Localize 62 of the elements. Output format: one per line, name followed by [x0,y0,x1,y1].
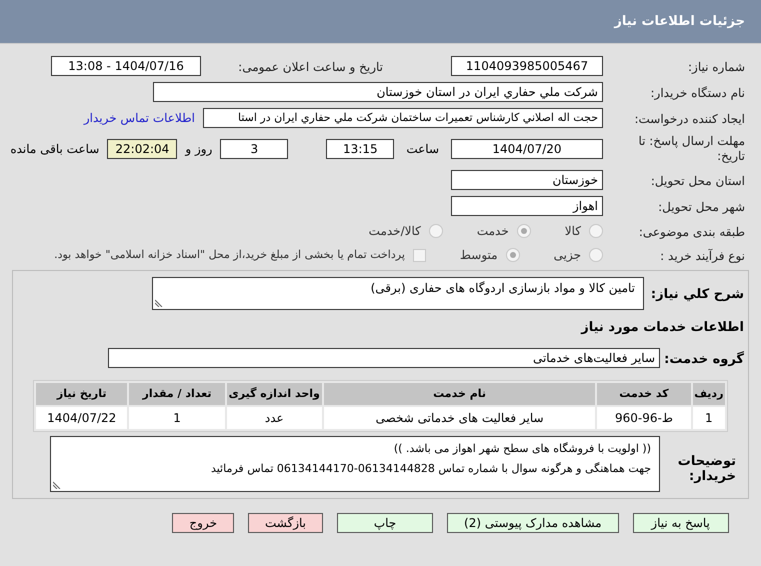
field-label: نام دستگاه خریدار: [650,86,745,100]
notes-textarea[interactable]: (( اولویت با فروشگاه های سطح شهر اهواز می باشد. )) جهت هماهنگی و هرگونه سوال با شماره تماس 06134144828-06134144170 تماس فرمائید [50,436,660,492]
action-button[interactable]: پاسخ به نیاز [632,513,729,533]
radio-label: متوسط [460,247,498,264]
table-cell: سایر فعالیت های خدماتی شخصی [324,407,596,429]
table-cell: 1 [692,407,725,429]
text-field[interactable]: اهواز [451,196,603,216]
text-field[interactable]: خوزستان [451,170,603,190]
field-label: شماره نیاز: [688,60,745,74]
checkbox[interactable] [412,248,426,262]
action-button[interactable]: چاپ [337,513,433,533]
action-button[interactable]: بازگشت [248,513,323,533]
resize-handle-icon [53,481,61,489]
table-cell: عدد [226,407,322,429]
column-header: کد خدمت [597,383,691,405]
field-label: نوع فرآیند خرید : [660,249,745,263]
field-label: طبقه بندی موضوعی: [638,225,745,239]
field-label: گروه خدمت: [664,352,744,367]
field-label: شهر محل تحویل: [658,200,745,214]
table-cell: 1404/07/22 [36,407,128,429]
radio-button[interactable] [516,224,531,238]
field-label: شرح کلي نياز: [650,287,744,302]
column-header: واحد اندازه گیری [226,383,322,405]
text-field[interactable]: سایر فعالیت‌های خدماتی [108,348,660,368]
time-label: ساعت [406,141,439,158]
text-field[interactable]: شرکت ملي حفاري ايران در استان خوزستان [153,82,603,102]
countdown-field[interactable]: 22:02:04 [107,139,178,159]
text-field[interactable]: 3 [220,139,288,159]
buyer-contact-link[interactable]: اطلاعات تماس خریدار [84,109,195,127]
radio-label: کالا [564,223,581,240]
radio-button[interactable] [589,224,603,238]
section-title: اطلاعات خدمات مورد نیاز [581,320,744,335]
column-header: ردیف [692,383,725,405]
field-label: تاریخ و ساعت اعلان عمومی: [238,60,383,74]
text-field[interactable]: حجت اله اصلاني کارشناس تعميرات ساختمان شرکت ملي حفاري ايران در استا [203,108,603,128]
payment-note: پرداخت تمام یا بخشی از مبلغ خرید،از محل "اسناد خزانه اسلامی" خواهد بود. [54,246,405,263]
table-cell: ط-96-960 [597,407,691,429]
table-cell: 1 [129,407,225,429]
field-label: استان محل تحویل: [650,174,745,188]
page-title: جزئیات اطلاعات نیاز [614,12,745,31]
radio-label: خدمت [476,223,509,240]
radio-button[interactable] [506,248,520,262]
radio-label: کالا/خدمت [368,223,421,240]
days-label: روز و [185,141,212,158]
column-header: نام خدمت [324,383,596,405]
description-textarea[interactable]: تامین کالا و مواد بازسازی اردوگاه های حفاری (برقی) [152,277,644,310]
resize-handle-icon [155,299,163,307]
remaining-label: ساعت باقی مانده [10,141,100,158]
text-field[interactable]: 1104093985005467 [451,56,603,76]
radio-label: جزیی [554,247,581,264]
column-header: تاریخ نیاز [36,383,128,405]
field-label: مهلت ارسال پاسخ: تا تاریخ: [637,134,745,164]
column-header: تعداد / مقدار [129,383,225,405]
action-button[interactable]: خروج [172,513,234,533]
text-field[interactable]: 1404/07/20 [451,139,603,159]
action-button[interactable]: مشاهده مدارک پیوستی (2) [447,513,619,533]
radio-button[interactable] [428,224,443,238]
text-field[interactable]: 13:15 [326,139,394,159]
field-label: توضیحات خریدار: [676,454,736,484]
field-label: ایجاد کننده درخواست: [634,112,745,126]
radio-button[interactable] [589,248,603,262]
text-field[interactable]: 1404/07/16 - 13:08 [51,56,201,76]
